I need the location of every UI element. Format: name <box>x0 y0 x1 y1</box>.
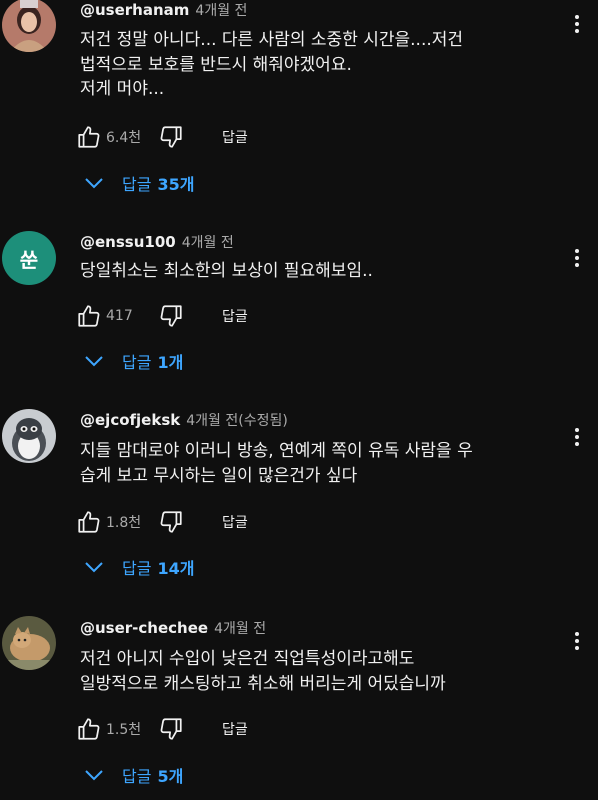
dislike-button[interactable] <box>158 509 184 535</box>
like-button[interactable]: 1.5천 <box>76 716 158 742</box>
comment-header: @user-chechee 4개월 전 <box>80 618 266 638</box>
comment-actions: 1.5천 답글 <box>76 713 248 745</box>
comment-header: @userhanam 4개월 전 <box>80 0 247 20</box>
avatar[interactable] <box>2 0 56 52</box>
thumb-up-icon <box>78 305 100 327</box>
avatar[interactable] <box>2 616 56 670</box>
chevron-down-icon <box>84 355 104 367</box>
like-count: 417 <box>106 308 133 324</box>
comment-time[interactable]: 4개월 전 <box>214 621 266 637</box>
chevron-down-icon <box>84 561 104 573</box>
replies-count: 1개 <box>157 353 184 372</box>
comment-header: @enssu100 4개월 전 <box>80 232 234 252</box>
like-count: 1.5천 <box>106 722 142 738</box>
view-replies-button[interactable]: 답글 14개 <box>84 552 194 582</box>
reply-button[interactable]: 답글 <box>222 306 248 326</box>
author-handle[interactable]: @user-chechee <box>80 619 208 637</box>
like-button[interactable]: 1.8천 <box>76 509 158 535</box>
dislike-button[interactable] <box>158 303 184 329</box>
thumb-down-icon <box>160 305 182 327</box>
reply-button[interactable]: 답글 <box>222 512 248 532</box>
more-options-button[interactable] <box>568 10 586 38</box>
replies-label: 답글 <box>122 767 152 786</box>
view-replies-button[interactable]: 답글 5개 <box>84 760 183 790</box>
dislike-button[interactable] <box>158 716 184 742</box>
thumb-up-icon <box>78 718 100 740</box>
comment-time[interactable]: 4개월 전 <box>182 235 234 251</box>
thumb-up-icon <box>78 126 100 148</box>
more-options-button[interactable] <box>568 627 586 655</box>
author-handle[interactable]: @ejcofjeksk <box>80 411 180 429</box>
thumb-up-icon <box>78 511 100 533</box>
comment-text: 지들 맘대로야 이러니 방송, 연예계 쪽이 유독 사람을 우 습게 보고 무시… <box>80 441 473 486</box>
comment-actions: 417 답글 <box>76 300 248 332</box>
comment-time[interactable]: 4개월 전 <box>195 3 247 19</box>
replies-label: 답글 <box>122 175 152 194</box>
dislike-button[interactable] <box>158 124 184 150</box>
replies-label: 답글 <box>122 559 152 578</box>
author-handle[interactable]: @enssu100 <box>80 233 176 251</box>
thumb-down-icon <box>160 718 182 740</box>
view-replies-button[interactable]: 답글 35개 <box>84 168 194 198</box>
comment-actions: 1.8천 답글 <box>76 506 248 538</box>
thumb-down-icon <box>160 511 182 533</box>
more-options-button[interactable] <box>568 244 586 272</box>
comment-time[interactable]: 4개월 전(수정됨) <box>186 413 288 429</box>
comment-text: 저건 정말 아니다... 다른 사람의 소중한 시간을....저건 법적으로 보… <box>80 30 464 99</box>
thumb-down-icon <box>160 126 182 148</box>
avatar[interactable] <box>2 409 56 463</box>
reply-button[interactable]: 답글 <box>222 127 248 147</box>
more-options-button[interactable] <box>568 423 586 451</box>
replies-count: 5개 <box>157 767 184 786</box>
like-count: 6.4천 <box>106 130 142 146</box>
like-button[interactable]: 6.4천 <box>76 124 158 150</box>
comment-text: 당일취소는 최소한의 보상이 필요해보임.. <box>80 261 373 281</box>
comment-actions: 6.4천 답글 <box>76 121 248 153</box>
avatar[interactable]: 쑨 <box>2 231 56 285</box>
author-handle[interactable]: @userhanam <box>80 1 189 19</box>
like-button[interactable]: 417 <box>76 303 158 329</box>
like-count: 1.8천 <box>106 515 142 531</box>
comment-text: 저건 아니지 수입이 낮은건 직업특성이라고해도 일방적으로 캐스팅하고 취소해… <box>80 649 446 694</box>
chevron-down-icon <box>84 769 104 781</box>
view-replies-button[interactable]: 답글 1개 <box>84 346 183 376</box>
replies-label: 답글 <box>122 353 152 372</box>
comment-header: @ejcofjeksk 4개월 전(수정됨) <box>80 410 288 430</box>
reply-button[interactable]: 답글 <box>222 719 248 739</box>
replies-count: 14개 <box>157 559 195 578</box>
chevron-down-icon <box>84 177 104 189</box>
replies-count: 35개 <box>157 175 195 194</box>
